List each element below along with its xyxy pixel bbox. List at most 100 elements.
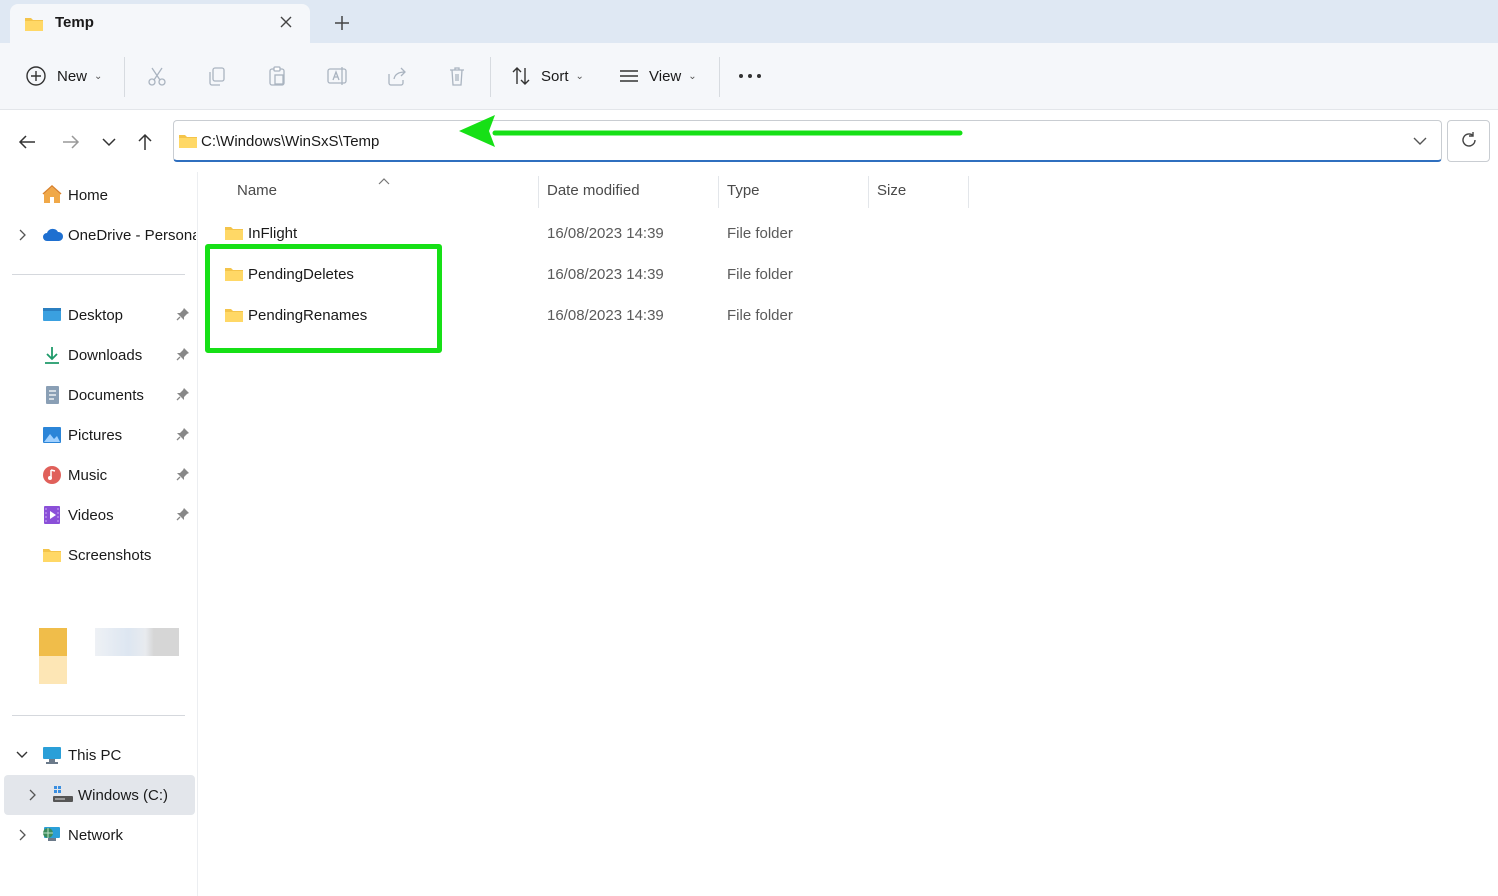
sidebar-item-this-pc[interactable]: This PC <box>0 735 198 775</box>
copy-button[interactable] <box>205 59 229 93</box>
file-name: InFlight <box>248 225 298 242</box>
network-icon <box>42 825 62 845</box>
sidebar-item-label: Network <box>68 827 124 844</box>
pictures-icon <box>42 425 62 445</box>
sort-icon <box>509 64 533 88</box>
sidebar-item-windows-c[interactable]: Windows (C:) <box>4 775 195 815</box>
divider <box>719 57 720 97</box>
command-bar: New ⌄ Sort ⌄ View ⌄ <box>0 43 1498 110</box>
rename-icon <box>325 64 349 88</box>
sidebar-item-home[interactable]: Home <box>0 175 198 215</box>
column-divider[interactable] <box>968 176 969 208</box>
close-icon[interactable] <box>274 10 298 34</box>
plus-icon[interactable] <box>328 9 356 37</box>
download-icon <box>42 345 62 365</box>
refresh-button[interactable] <box>1447 120 1490 162</box>
chevron-right-icon[interactable] <box>14 827 30 843</box>
divider <box>490 57 491 97</box>
chevron-right-icon[interactable] <box>14 227 30 243</box>
folder-icon <box>224 225 244 244</box>
pin-icon[interactable] <box>176 347 192 363</box>
delete-icon <box>445 64 469 88</box>
pin-icon[interactable] <box>176 467 192 483</box>
redacted-item-icon <box>39 628 67 684</box>
redacted-item-label <box>95 628 179 656</box>
view-button[interactable]: View ⌄ <box>617 59 697 93</box>
column-divider[interactable] <box>538 176 539 208</box>
column-header-type[interactable]: Type <box>727 172 760 208</box>
rename-button[interactable] <box>325 59 349 93</box>
sort-button[interactable]: Sort ⌄ <box>509 59 584 93</box>
share-icon <box>385 64 409 88</box>
column-divider[interactable] <box>868 176 869 208</box>
sidebar-item-label: Screenshots <box>68 547 152 564</box>
folder-icon <box>42 545 62 565</box>
cloud-icon <box>42 225 64 245</box>
home-icon <box>42 184 62 205</box>
sidebar-item-label: Music <box>68 467 108 484</box>
sidebar-item-network[interactable]: Network <box>0 815 198 855</box>
drive-icon <box>52 785 73 805</box>
sidebar-item-label: Downloads <box>68 347 143 364</box>
videos-icon <box>42 505 62 525</box>
delete-button[interactable] <box>445 59 469 93</box>
column-header-size[interactable]: Size <box>877 172 906 208</box>
sidebar-item-desktop[interactable]: Desktop <box>0 295 198 335</box>
cut-button[interactable] <box>145 59 169 93</box>
file-date: 16/08/2023 14:39 <box>547 307 664 324</box>
sort-ascending-icon <box>378 172 390 185</box>
sidebar-item-label: Desktop <box>68 307 124 324</box>
back-arrow-icon[interactable] <box>15 130 39 154</box>
file-date: 16/08/2023 14:39 <box>547 225 664 242</box>
sidebar-item-onedrive[interactable]: OneDrive - Persona <box>0 215 198 255</box>
sidebar-item-music[interactable]: Music <box>0 455 198 495</box>
sidebar-item-screenshots[interactable]: Screenshots <box>0 535 198 575</box>
document-icon <box>42 385 62 405</box>
sort-label: Sort <box>541 67 569 85</box>
column-header-date-modified[interactable]: Date modified <box>547 172 640 208</box>
address-path[interactable]: C:\Windows\WinSxS\Temp <box>201 133 379 150</box>
sidebar-item-label: Home <box>68 187 109 204</box>
folder-icon <box>178 133 198 152</box>
divider <box>12 274 185 275</box>
sidebar-item-downloads[interactable]: Downloads <box>0 335 198 375</box>
pin-icon[interactable] <box>176 307 192 323</box>
column-header-name[interactable]: Name <box>237 172 277 208</box>
annotation-arrow <box>459 115 963 147</box>
tab-temp[interactable]: Temp <box>10 4 310 43</box>
sidebar-item-label: Documents <box>68 387 144 404</box>
sidebar-item-label: Videos <box>68 507 114 524</box>
chevron-right-icon[interactable] <box>24 787 40 803</box>
file-type: File folder <box>727 266 793 283</box>
copy-icon <box>205 64 229 88</box>
share-button[interactable] <box>385 59 409 93</box>
recent-locations-chevron-icon[interactable] <box>97 130 121 154</box>
sidebar-item-pictures[interactable]: Pictures <box>0 415 198 455</box>
more-icon <box>738 64 762 88</box>
music-icon <box>42 465 62 485</box>
paste-button[interactable] <box>265 59 289 93</box>
view-icon <box>617 64 641 88</box>
cut-icon <box>145 64 169 88</box>
chevron-down-icon[interactable] <box>14 747 30 763</box>
pin-icon[interactable] <box>176 387 192 403</box>
desktop-icon <box>42 305 62 325</box>
forward-arrow-icon[interactable] <box>59 130 83 154</box>
pin-icon[interactable] <box>176 507 192 523</box>
sidebar-item-label: OneDrive - Persona <box>68 227 196 244</box>
chevron-down-icon[interactable] <box>1410 131 1430 151</box>
chevron-down-icon: ⌄ <box>94 70 103 82</box>
chevron-down-icon: ⌄ <box>575 70 584 82</box>
column-divider[interactable] <box>718 176 719 208</box>
annotation-highlight-box <box>205 244 442 353</box>
more-button[interactable] <box>738 59 762 93</box>
new-button[interactable]: New ⌄ <box>24 59 102 93</box>
up-arrow-icon[interactable] <box>133 130 157 154</box>
navigation-pane: Home OneDrive - Persona Desktop Download… <box>0 172 198 896</box>
view-label: View <box>649 67 682 85</box>
sidebar-item-videos[interactable]: Videos <box>0 495 198 535</box>
pin-icon[interactable] <box>176 427 192 443</box>
sidebar-item-label: Pictures <box>68 427 123 444</box>
plus-circle-icon <box>24 64 48 88</box>
sidebar-item-documents[interactable]: Documents <box>0 375 198 415</box>
